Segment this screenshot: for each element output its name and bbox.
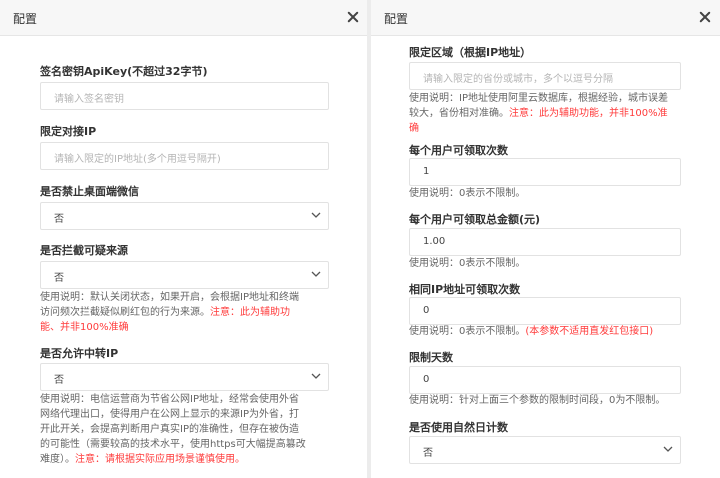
dialog-header: 配置 xyxy=(371,0,720,36)
dialog-title: 配置 xyxy=(384,12,409,26)
proxy-hint-warning: 注意：请根据实际应用场景谨慎使用。 xyxy=(75,454,245,465)
close-icon[interactable] xyxy=(345,9,361,25)
proxy-value: 否 xyxy=(54,375,64,386)
sameip-hint-warning: (本参数不适用直发红包接口) xyxy=(525,326,654,337)
amount-hint: 使用说明：0表示不限制。 xyxy=(409,258,526,269)
config-dialog-left: 配置 签名密钥ApiKey(不超过32字节) 请输入签名密钥 限定对接IP 请输… xyxy=(0,0,367,478)
dialog-title: 配置 xyxy=(13,12,38,26)
region-hint-line: 较大，省份相对准确。注意：此为辅助功能，并非100%准 xyxy=(409,106,709,121)
ip-placeholder: 请输入限定的IP地址(多个用逗号隔开) xyxy=(54,154,221,165)
region-hint-line: 使用说明：IP地址使用阿里云数据库，根据经验，城市误差 xyxy=(409,93,668,104)
sameip-hint-text: 使用说明：0表示不限制。 xyxy=(409,326,526,337)
region-placeholder: 请输入限定的省份或城市，多个以逗号分隔 xyxy=(423,74,613,85)
proxy-hint-line: 难度）。注意：请根据实际应用场景谨慎使用。 xyxy=(40,452,340,467)
natural-label: 是否使用自然日计数 xyxy=(409,421,508,434)
natural-value: 否 xyxy=(423,448,433,459)
sameip-hint: 使用说明：0表示不限制。(本参数不适用直发红包接口) xyxy=(409,324,719,339)
times-hint: 使用说明：0表示不限制。 xyxy=(409,188,526,199)
region-hint-text: 较大，省份相对准确。 xyxy=(409,108,509,119)
ip-input[interactable]: 请输入限定的IP地址(多个用逗号隔开) xyxy=(40,142,329,170)
dialog-header: 配置 xyxy=(0,0,367,36)
apikey-placeholder: 请输入签名密钥 xyxy=(54,94,124,105)
proxy-hint: 使用说明：电信运营商为节省公网IP地址，经常会使用外省 网络代理出口，使得用户在… xyxy=(40,392,340,467)
config-dialog-right: 配置 限定区域（根据IP地址） 请输入限定的省份或城市，多个以逗号分隔 使用说明… xyxy=(371,0,720,478)
proxy-select[interactable]: 否 xyxy=(40,363,329,391)
intercept-hint-warning: 注意：此为辅助功 xyxy=(210,307,290,318)
intercept-hint-line: 使用说明：默认关闭状态，如果开启，会根据IP地址和终端 xyxy=(40,292,299,303)
days-hint: 使用说明：针对上面三个参数的限制时间段，0为不限制。 xyxy=(409,395,666,406)
region-label: 限定区域（根据IP地址） xyxy=(409,46,532,59)
wechat-value: 否 xyxy=(54,214,64,225)
close-icon[interactable] xyxy=(697,9,713,25)
apikey-label: 签名密钥ApiKey(不超过32字节) xyxy=(40,65,208,78)
proxy-hint-line: 使用说明：电信运营商为节省公网IP地址，经常会使用外省 xyxy=(40,394,299,405)
intercept-hint-text: 访问频次拦截疑似刷红包的行为来源。 xyxy=(40,307,210,318)
chevron-down-icon xyxy=(663,446,673,452)
amount-label: 每个用户可领取总金额(元) xyxy=(409,213,541,226)
region-hint-warning: 确 xyxy=(409,123,419,134)
times-label: 每个用户可领取次数 xyxy=(409,144,508,157)
intercept-hint-line: 访问频次拦截疑似刷红包的行为来源。注意：此为辅助功 xyxy=(40,305,340,320)
proxy-hint-text: 难度）。 xyxy=(40,454,75,465)
intercept-hint: 使用说明：默认关闭状态，如果开启，会根据IP地址和终端 访问频次拦截疑似刷红包的… xyxy=(40,290,340,335)
region-hint: 使用说明：IP地址使用阿里云数据库，根据经验，城市误差 较大，省份相对准确。注意… xyxy=(409,91,709,136)
amount-input[interactable]: 1.00 xyxy=(409,228,681,256)
times-input[interactable]: 1 xyxy=(409,158,681,186)
intercept-select[interactable]: 否 xyxy=(40,261,329,289)
natural-select[interactable]: 否 xyxy=(409,436,681,464)
wechat-select[interactable]: 否 xyxy=(40,202,329,230)
days-input[interactable]: 0 xyxy=(409,366,681,394)
chevron-down-icon xyxy=(311,373,321,379)
intercept-value: 否 xyxy=(54,273,64,284)
proxy-label: 是否允许中转IP xyxy=(40,347,119,360)
region-hint-warning: 注意：此为辅助功能，并非100%准 xyxy=(509,108,668,119)
ip-label: 限定对接IP xyxy=(40,125,97,138)
wechat-label: 是否禁止桌面端微信 xyxy=(40,185,139,198)
intercept-hint-warning: 能、并非100%准确 xyxy=(40,322,129,333)
sameip-label: 相同IP地址可领取次数 xyxy=(409,283,521,296)
days-label: 限制天数 xyxy=(409,351,453,364)
times-value: 1 xyxy=(423,166,430,177)
amount-value: 1.00 xyxy=(423,236,446,247)
intercept-label: 是否拦截可疑来源 xyxy=(40,244,128,257)
region-input[interactable]: 请输入限定的省份或城市，多个以逗号分隔 xyxy=(409,62,681,90)
apikey-input[interactable]: 请输入签名密钥 xyxy=(40,82,329,110)
days-value: 0 xyxy=(423,374,430,385)
proxy-hint-line: 开此开关，会提高判断用户真实IP的准确性，但存在被伪造 xyxy=(40,424,299,435)
sameip-input[interactable]: 0 xyxy=(409,297,681,325)
chevron-down-icon xyxy=(311,212,321,218)
chevron-down-icon xyxy=(311,271,321,277)
proxy-hint-line: 的可能性（需要较高的技术水平，使用https可大幅提高篡改 xyxy=(40,439,306,450)
proxy-hint-line: 网络代理出口，使得用户在公网上显示的来源IP为外省，打 xyxy=(40,409,299,420)
sameip-value: 0 xyxy=(423,305,430,316)
